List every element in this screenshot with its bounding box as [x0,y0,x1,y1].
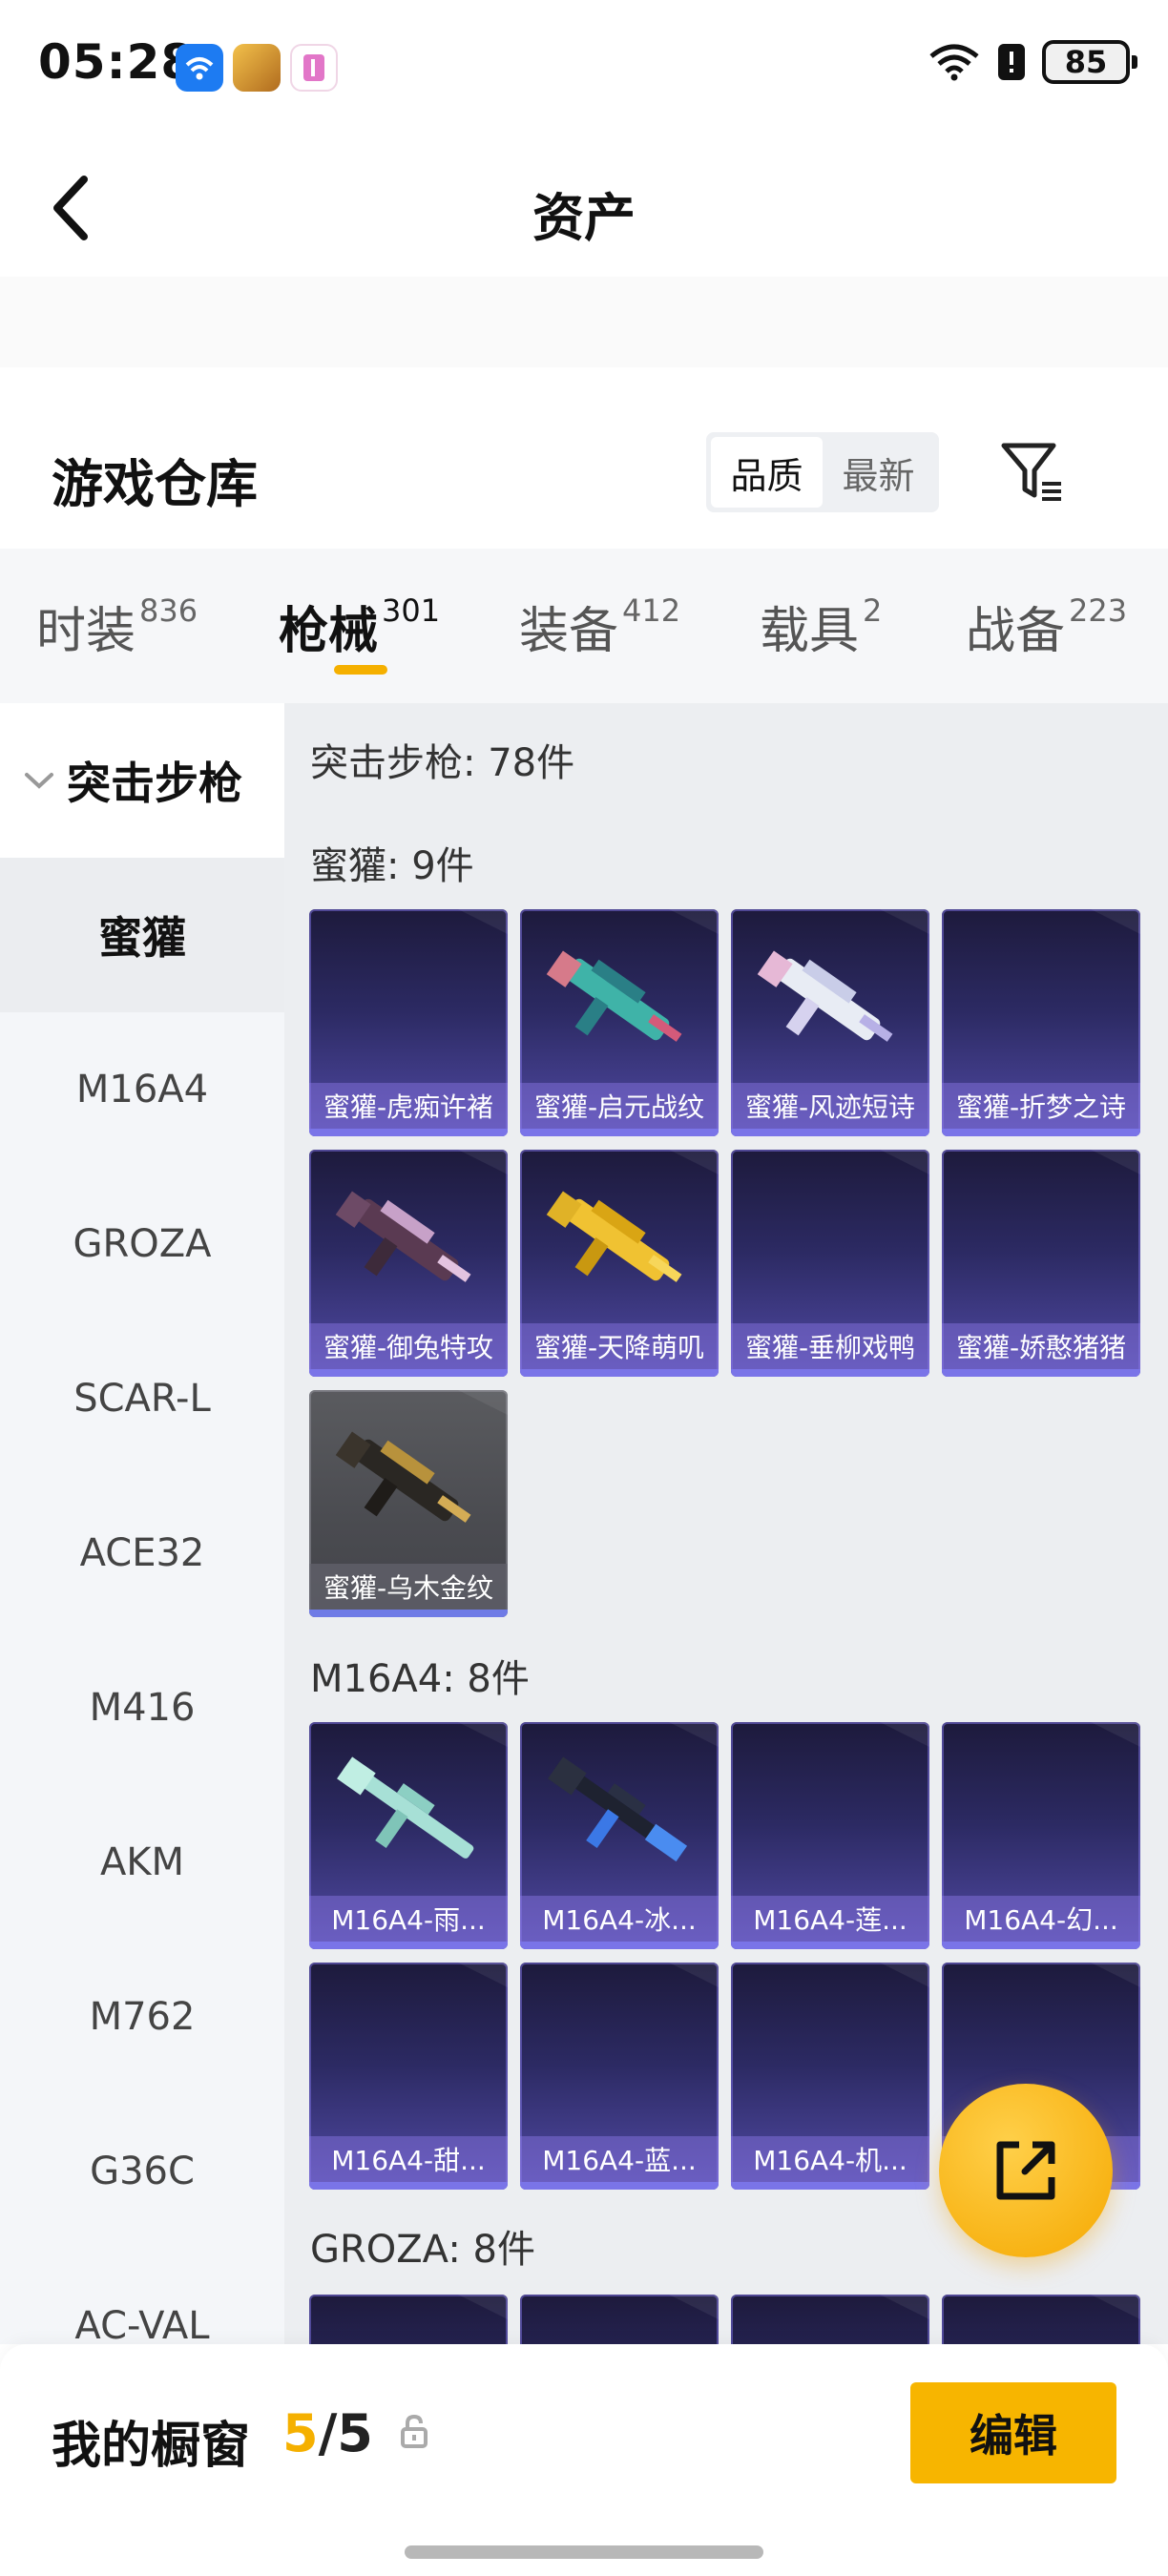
status-right: 85 [928,40,1137,84]
weapon-tile[interactable]: 蜜獾-折梦之诗 [942,909,1140,1136]
weapon-tile[interactable]: 蜜獾-风迹短诗 [731,909,929,1136]
weapon-tile[interactable]: 蜜獾-虎痴许褚 [309,909,508,1136]
category-item-ace32[interactable]: ACE32 [0,1476,284,1631]
weapon-tile-label: M16A4-莲... [731,1896,929,1942]
category-group-assault-rifle[interactable]: 突击步枪 [0,703,284,858]
game-app-icon [233,44,281,92]
weapon-tile[interactable]: M16A4-雨... [309,1722,508,1949]
lock-icon [401,2414,428,2448]
weapon-tile-label: 蜜獾-乌木金纹 [309,1564,508,1610]
wifi-icon [929,44,979,81]
weapon-tile-label: M16A4-机... [731,2136,929,2182]
warehouse-title: 游戏仓库 [52,454,258,514]
weapon-tile[interactable]: 蜜獾-天降萌叽 [520,1150,719,1377]
weapon-tile-label: 蜜獾-天降萌叽 [520,1323,719,1369]
weapon-tile[interactable]: M16A4-莲... [731,1722,929,1949]
weapon-tile-label: M16A4-甜... [309,2136,508,2182]
category-item-scar-l[interactable]: SCAR-L [0,1321,284,1476]
sort-newest-button[interactable]: 最新 [823,437,934,508]
sort-quality-button[interactable]: 品质 [711,437,823,508]
showcase-total: /5 [318,2403,373,2463]
alert-icon [998,44,1025,80]
category-group-label: 突击步枪 [67,758,242,809]
weapon-tile[interactable] [309,2295,508,2344]
gold-smg-icon [335,1431,471,1523]
tab-fashion[interactable]: 时装 836 [36,591,198,662]
battery-indicator: 85 [1042,40,1137,84]
weapon-tile[interactable]: 蜜獾-娇憨猪猪 [942,1150,1140,1377]
tab-equipment[interactable]: 装备 412 [519,591,680,662]
purple-smg-icon [335,1191,471,1282]
warehouse-header: 游戏仓库 品质 最新 [0,367,1168,549]
showcase-bar: 我的橱窗 5/5 编辑 [0,2344,1168,2576]
section-label-m16a4: M16A4: 8件 [310,1657,530,1701]
battery-level: 85 [1064,44,1108,80]
filter-icon [1001,443,1061,501]
weapon-tile[interactable]: M16A4-甜... [309,1963,508,2190]
showcase-current: 5 [282,2403,319,2463]
weapon-tile[interactable]: 蜜獾-乌木金纹 [309,1390,508,1617]
page-title: 资产 [532,188,636,248]
tab-vehicles[interactable]: 载具 2 [760,591,882,662]
weapon-tile-label: M16A4-冰... [520,1896,719,1942]
section-label-groza: GROZA: 8件 [310,2228,535,2272]
weapon-tile[interactable]: 蜜獾-御兔特攻 [309,1150,508,1377]
weapon-tile-label: 蜜獾-风迹短诗 [731,1083,929,1129]
weapon-tile[interactable]: M16A4-机... [731,1963,929,2190]
info-app-icon [290,44,338,92]
weapon-tile-label: 蜜獾-娇憨猪猪 [942,1323,1140,1369]
weapon-tile[interactable]: M16A4-幻... [942,1722,1140,1949]
category-item-akm[interactable]: AKM [0,1785,284,1940]
divider [0,277,1168,367]
showcase-count: 5/5 [282,2403,373,2463]
weapon-tile[interactable]: M16A4-冰... [520,1722,719,1949]
blue-rifle-icon [548,1756,688,1862]
teal-smg-icon [546,950,682,1042]
tab-guns[interactable]: 枪械 301 [279,591,440,662]
status-bar: 05:28 85 [0,0,1168,134]
wifi-app-icon [176,44,223,92]
weapon-tile-label: M16A4-幻... [942,1896,1140,1942]
share-icon [996,2141,1055,2200]
tab-supplies[interactable]: 战备 223 [966,591,1127,662]
category-tabs: 时装 836 枪械 301 装备 412 载具 2 战备 223 [0,549,1168,703]
weapon-tile-label: 蜜獾-启元战纹 [520,1083,719,1129]
category-item-g36c[interactable]: G36C [0,2094,284,2249]
weapon-tile[interactable]: 蜜獾-启元战纹 [520,909,719,1136]
category-item-m416[interactable]: M416 [0,1631,284,1785]
filter-button[interactable] [996,436,1069,509]
total-count-label: 突击步枪: 78件 [310,741,575,785]
chevron-down-icon [25,773,53,789]
category-item-m762[interactable]: M762 [0,1940,284,2094]
weapon-category-list: 突击步枪 蜜獾 M16A4 GROZA SCAR-L ACE32 M416 AK… [0,703,284,2348]
weapon-tile-label: M16A4-雨... [309,1896,508,1942]
weapon-tile[interactable]: 蜜獾-垂柳戏鸭 [731,1150,929,1377]
edit-button[interactable]: 编辑 [910,2382,1116,2483]
status-time: 05:28 [38,34,196,90]
category-item-honey-badger[interactable]: 蜜獾 [0,858,284,1012]
active-tab-indicator [334,665,387,675]
weapon-tile[interactable] [520,2295,719,2344]
white-smg-icon [757,950,893,1042]
weapon-tile[interactable]: M16A4-蓝... [520,1963,719,2190]
weapon-tile-label: 蜜獾-折梦之诗 [942,1083,1140,1129]
yellow-smg-icon [546,1191,682,1282]
weapon-tile-label: M16A4-蓝... [520,2136,719,2182]
weapon-tile[interactable] [731,2295,929,2344]
section-label-honey-badger: 蜜獾: 9件 [310,844,474,888]
category-item-m16a4[interactable]: M16A4 [0,1012,284,1167]
sort-toggle: 品质 最新 [706,432,939,512]
category-item-groza[interactable]: GROZA [0,1167,284,1321]
mint-rifle-icon [337,1756,474,1859]
share-button[interactable] [939,2084,1113,2257]
home-indicator [405,2545,763,2559]
showcase-label: 我的橱窗 [52,2418,251,2475]
title-bar: 资产 [0,134,1168,277]
weapon-tile[interactable] [942,2295,1140,2344]
weapon-tile-label: 蜜獾-虎痴许褚 [309,1083,508,1129]
weapon-tile-label: 蜜獾-垂柳戏鸭 [731,1323,929,1369]
weapon-tile-label: 蜜獾-御兔特攻 [309,1323,508,1369]
